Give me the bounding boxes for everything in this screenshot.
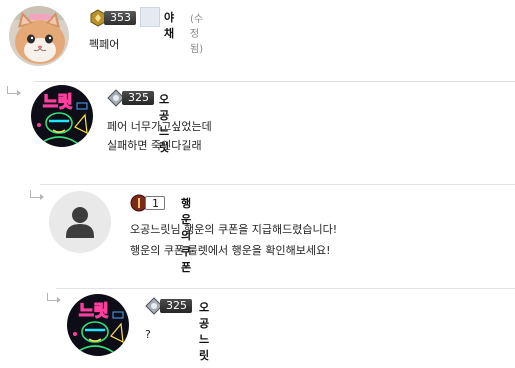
reply-arrow-icon [7, 86, 21, 96]
svg-text:느릿: 느릿 [43, 92, 72, 111]
comment-text-line: ? [145, 328, 151, 341]
comment-text-line: 오공느릿님 행운의 쿠폰을 지급해드렸습니다! [130, 223, 338, 236]
user-avatar-neon[interactable]: 느릿 [67, 294, 129, 356]
user-avatar-cat[interactable] [9, 6, 69, 66]
svg-text:느릿: 느릿 [79, 301, 108, 320]
level-number: 1 [145, 196, 165, 210]
comment-divider [40, 184, 515, 185]
level-number: 325 [122, 91, 154, 105]
nickname[interactable]: 오공느릿 [199, 299, 209, 363]
profile-thumbnail [140, 7, 160, 27]
reply-arrow-icon [30, 190, 44, 200]
cat-photo-icon [9, 6, 69, 66]
level-badge: 1 [130, 194, 165, 212]
default-avatar[interactable] [49, 191, 111, 253]
comment-text-line: 페어 너무가고싶었는데 [107, 120, 212, 133]
neon-avatar-icon: 느릿 [31, 85, 93, 147]
level-number: 325 [160, 299, 192, 313]
comment-divider [34, 81, 515, 82]
level-badge: 325 [145, 297, 192, 315]
comment-text-line: 행운의 쿠폰 룰렛에서 행운을 확인해보세요! [130, 244, 331, 257]
level-badge: 353 [89, 9, 136, 27]
comment-text-line: 실패하면 죽인다길래 [107, 139, 202, 152]
neon-avatar-icon: 느릿 [67, 294, 129, 356]
nickname[interactable]: 야채 [164, 9, 174, 41]
reply-arrow-icon [47, 293, 61, 303]
level-number: 353 [104, 11, 136, 25]
level-badge: 325 [107, 89, 154, 107]
comment-text-line: 펙페어 [89, 38, 120, 51]
person-silhouette-icon [66, 207, 94, 238]
comment-divider [56, 288, 515, 289]
edited-label: (수정됨) [190, 14, 204, 55]
user-avatar-neon[interactable]: 느릿 [31, 85, 93, 147]
